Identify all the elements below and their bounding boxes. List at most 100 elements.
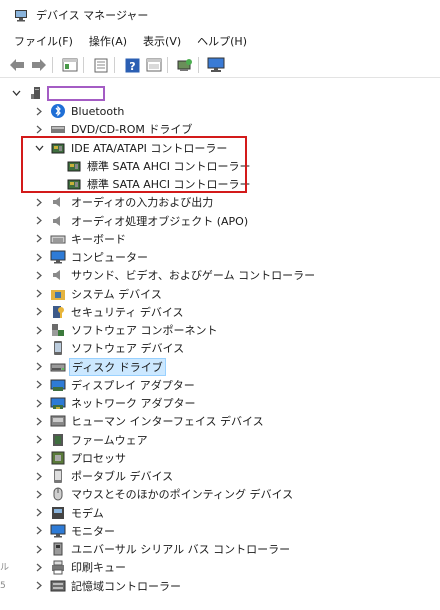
folder-chip-icon bbox=[50, 286, 66, 302]
speaker-icon bbox=[50, 267, 66, 283]
modem-icon bbox=[50, 505, 66, 521]
toolbar-separator bbox=[114, 57, 115, 73]
chevron-right-icon[interactable] bbox=[34, 216, 44, 226]
tree-item-label: 記憶域コントローラー bbox=[71, 579, 181, 593]
chevron-right-icon[interactable] bbox=[34, 526, 44, 536]
menu-help[interactable]: ヘルプ(H) bbox=[197, 33, 247, 49]
tree-category-item[interactable]: モニター bbox=[0, 522, 115, 540]
chevron-right-icon[interactable] bbox=[34, 380, 44, 390]
update-icon[interactable] bbox=[92, 56, 110, 74]
chevron-right-icon[interactable] bbox=[34, 362, 44, 372]
scan-icon[interactable] bbox=[176, 56, 194, 74]
tree-category-item[interactable]: 印刷キュー bbox=[0, 558, 126, 576]
chevron-right-icon[interactable] bbox=[34, 325, 44, 335]
chevron-right-icon[interactable] bbox=[34, 106, 44, 116]
chevron-right-icon[interactable] bbox=[34, 252, 44, 262]
tree-category-item[interactable]: サウンド、ビデオ、およびゲーム コントローラー bbox=[0, 266, 315, 284]
tree-category-item[interactable]: ヒューマン インターフェイス デバイス bbox=[0, 412, 264, 430]
tree-category-item[interactable]: ネットワーク アダプター bbox=[0, 394, 196, 412]
menu-bar: ファイル(F) 操作(A) 表示(V) ヘルプ(H) bbox=[0, 31, 440, 51]
chevron-right-icon[interactable] bbox=[34, 471, 44, 481]
tree-category-item[interactable]: ファームウェア bbox=[0, 431, 148, 449]
tree-item-label: オーディオの入力および出力 bbox=[71, 196, 214, 210]
tree-root[interactable] bbox=[0, 84, 50, 102]
tree-category-item[interactable]: マウスとそのほかのポインティング デバイス bbox=[0, 485, 293, 503]
tree-category-item[interactable]: ディスク ドライブ bbox=[0, 357, 166, 376]
chevron-right-icon[interactable] bbox=[34, 508, 44, 518]
chevron-right-icon[interactable] bbox=[34, 489, 44, 499]
tree-category-item[interactable]: ディスプレイ アダプター bbox=[0, 376, 195, 394]
edge-mark: ル bbox=[0, 563, 10, 573]
computer-root-icon bbox=[29, 85, 45, 101]
tree-item-label: DVD/CD-ROM ドライブ bbox=[71, 123, 193, 137]
chevron-down-icon[interactable] bbox=[11, 88, 21, 98]
chevron-right-icon[interactable] bbox=[34, 544, 44, 554]
toolbar-separator bbox=[83, 57, 84, 73]
toolbar-separator bbox=[198, 57, 199, 73]
speaker-icon bbox=[50, 213, 66, 229]
speaker-icon bbox=[50, 194, 66, 210]
printer-icon bbox=[50, 559, 66, 575]
firmware-icon bbox=[50, 432, 66, 448]
tree-category-item[interactable]: キーボード bbox=[0, 230, 126, 248]
tree-category-item[interactable]: モデム bbox=[0, 504, 104, 522]
network-icon bbox=[50, 395, 66, 411]
tree-category-item[interactable]: ソフトウェア デバイス bbox=[0, 339, 184, 357]
svg-text:?: ? bbox=[129, 60, 135, 73]
tree-category-item[interactable]: Bluetooth bbox=[0, 102, 124, 120]
tree-category-item[interactable]: 記憶域コントローラー bbox=[0, 577, 181, 595]
left-edge-marks: ル 5 bbox=[0, 560, 9, 591]
chevron-right-icon[interactable] bbox=[34, 435, 44, 445]
tree-item-label: Bluetooth bbox=[71, 104, 125, 118]
chevron-right-icon[interactable] bbox=[34, 234, 44, 244]
chevron-right-icon[interactable] bbox=[34, 416, 44, 426]
tree-item-label: システム デバイス bbox=[71, 287, 162, 301]
edge-mark: 5 bbox=[0, 581, 6, 591]
tree-category-item[interactable]: コンピューター bbox=[0, 248, 148, 266]
menu-file[interactable]: ファイル(F) bbox=[14, 33, 73, 49]
view-icon[interactable] bbox=[145, 56, 163, 74]
chevron-right-icon[interactable] bbox=[34, 453, 44, 463]
chevron-right-icon[interactable] bbox=[34, 562, 44, 572]
puzzle-icon bbox=[50, 322, 66, 338]
tree-item-label: マウスとそのほかのポインティング デバイス bbox=[71, 488, 294, 502]
back-arrow-icon[interactable] bbox=[8, 56, 26, 74]
tree-category-item[interactable]: オーディオの入力および出力 bbox=[0, 193, 213, 211]
tree-category-item[interactable]: ポータブル デバイス bbox=[0, 467, 173, 485]
tree-item-label: 印刷キュー bbox=[71, 561, 126, 575]
chevron-right-icon[interactable] bbox=[34, 398, 44, 408]
tree-item-label: ユニバーサル シリアル バス コントローラー bbox=[71, 543, 291, 556]
tree-item-label: モニター bbox=[71, 524, 115, 538]
storage-icon bbox=[50, 578, 66, 594]
menu-view[interactable]: 表示(V) bbox=[143, 33, 181, 49]
mouse-icon bbox=[50, 486, 66, 502]
tree-item-label: ソフトウェア デバイス bbox=[71, 342, 185, 356]
cpu-icon bbox=[50, 450, 66, 466]
chevron-right-icon[interactable] bbox=[34, 197, 44, 207]
tree-item-label: サウンド、ビデオ、およびゲーム コントローラー bbox=[71, 269, 316, 283]
tree-item-label: プロセッサ bbox=[71, 451, 126, 465]
chevron-right-icon[interactable] bbox=[34, 124, 44, 134]
monitor-icon[interactable] bbox=[207, 56, 225, 74]
tree-item-label: コンピューター bbox=[71, 251, 148, 264]
tree-category-item[interactable]: オーディオ処理オブジェクト (APO) bbox=[0, 212, 248, 230]
chevron-right-icon[interactable] bbox=[34, 343, 44, 353]
tree-category-item[interactable]: システム デバイス bbox=[0, 285, 162, 303]
tree-category-item[interactable]: セキュリティ デバイス bbox=[0, 303, 184, 321]
tree-category-item[interactable]: ユニバーサル シリアル バス コントローラー bbox=[0, 540, 290, 558]
menu-action[interactable]: 操作(A) bbox=[89, 33, 127, 49]
tree-category-item[interactable]: プロセッサ bbox=[0, 449, 126, 467]
tree-category-item[interactable]: ソフトウェア コンポーネント bbox=[0, 321, 218, 339]
chevron-right-icon[interactable] bbox=[34, 307, 44, 317]
chevron-right-icon[interactable] bbox=[34, 581, 44, 591]
tree-item-label: ディスク ドライブ bbox=[69, 357, 166, 376]
help-icon[interactable]: ? bbox=[123, 56, 141, 74]
forward-arrow-icon[interactable] bbox=[30, 56, 48, 74]
usb-icon bbox=[50, 541, 66, 557]
chevron-right-icon[interactable] bbox=[34, 289, 44, 299]
computer-icon bbox=[50, 249, 66, 265]
properties-icon[interactable] bbox=[61, 56, 79, 74]
toolbar: ? bbox=[0, 53, 440, 78]
chevron-right-icon[interactable] bbox=[34, 270, 44, 280]
display-adapter-icon bbox=[50, 377, 66, 393]
